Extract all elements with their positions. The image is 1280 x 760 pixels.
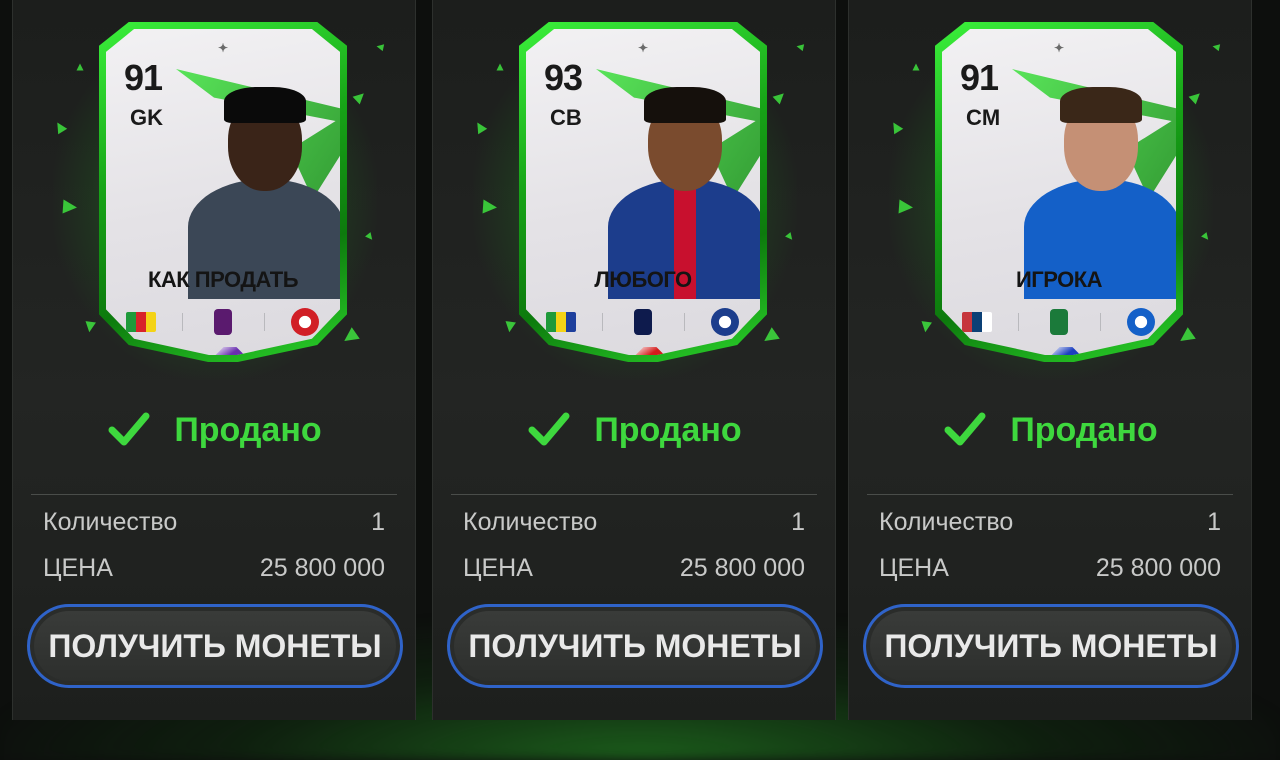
player-position: GK xyxy=(130,105,163,130)
sold-label: Продано xyxy=(1010,410,1158,449)
shard-decoration xyxy=(482,199,498,215)
player-name: ЛЮБОГО xyxy=(594,267,692,292)
card-badges xyxy=(546,307,740,337)
divider xyxy=(451,494,817,495)
shard-decoration xyxy=(496,63,504,71)
checkmark-icon xyxy=(108,412,150,446)
shard-decoration xyxy=(912,63,920,71)
rarity-gem-icon xyxy=(214,347,246,355)
brazil-flag-icon xyxy=(546,312,576,332)
price-row: ЦЕНА 25 800 000 xyxy=(879,553,1221,583)
saudi-pro-league-icon xyxy=(1050,309,1068,335)
sold-item-panel: ✦ 93 CB ЛЮБОГО Продано Количество 1 ЦЕНА… xyxy=(432,0,836,720)
manchester-united-crest-icon xyxy=(291,308,319,336)
card-badges xyxy=(126,307,320,337)
player-hair xyxy=(644,87,726,123)
quantity-row: Количество 1 xyxy=(879,507,1221,537)
card-face: ✦ 91 GK КАК ПРОДАТЬ xyxy=(106,29,340,355)
player-hair xyxy=(1060,87,1142,123)
player-hair xyxy=(224,87,306,123)
quantity-label: Количество xyxy=(879,507,1014,536)
price-value: 25 800 000 xyxy=(679,553,805,582)
quantity-label: Количество xyxy=(463,507,598,536)
player-card: ✦ 91 GK КАК ПРОДАТЬ xyxy=(99,22,347,362)
badge-divider xyxy=(601,313,603,331)
checkmark-icon xyxy=(528,412,570,446)
card-face: ✦ 93 CB ЛЮБОГО xyxy=(526,29,760,355)
get-coins-button[interactable]: ПОЛУЧИТЬ МОНЕТЫ xyxy=(447,604,823,688)
badge-divider xyxy=(683,313,685,331)
quantity-value: 1 xyxy=(371,507,385,536)
rarity-gem-icon xyxy=(634,347,666,355)
badge-divider xyxy=(181,313,183,331)
get-coins-button[interactable]: ПОЛУЧИТЬ МОНЕТЫ xyxy=(863,604,1239,688)
player-name: КАК ПРОДАТЬ xyxy=(147,267,299,292)
card-face: ✦ 91 CM ИГРОКА xyxy=(942,29,1176,355)
card-badges xyxy=(962,307,1156,337)
premier-league-icon xyxy=(214,309,232,335)
serbia-flag-icon xyxy=(962,312,992,332)
psg-crest-icon xyxy=(711,308,739,336)
price-row: ЦЕНА 25 800 000 xyxy=(463,553,805,583)
quantity-row: Количество 1 xyxy=(463,507,805,537)
shard-decoration xyxy=(920,321,932,333)
price-label: ЦЕНА xyxy=(43,553,113,582)
game-logo-icon: ✦ xyxy=(1054,41,1065,55)
rarity-gem-icon xyxy=(1050,347,1082,355)
player-position: CM xyxy=(966,105,1001,130)
badge-divider xyxy=(263,313,265,331)
player-card: ✦ 91 CM ИГРОКА xyxy=(935,22,1183,362)
al-hilal-crest-icon xyxy=(1127,308,1155,336)
shard-decoration xyxy=(1211,42,1221,52)
sold-item-panel: ✦ 91 CM ИГРОКА Продано Количество 1 ЦЕНА… xyxy=(848,0,1252,720)
player-portrait xyxy=(1020,79,1176,299)
player-rating: 91 xyxy=(960,57,999,98)
divider xyxy=(31,494,397,495)
divider xyxy=(867,494,1233,495)
quantity-row: Количество 1 xyxy=(43,507,385,537)
sold-item-panel: ✦ 91 GK КАК ПРОДАТЬ Продано Количество 1… xyxy=(12,0,416,720)
ligue-1-icon xyxy=(634,309,652,335)
cameroon-flag-icon xyxy=(126,312,156,332)
price-row: ЦЕНА 25 800 000 xyxy=(43,553,385,583)
shard-decoration xyxy=(76,63,84,71)
shard-decoration xyxy=(898,199,914,215)
quantity-value: 1 xyxy=(1207,507,1221,536)
game-logo-icon: ✦ xyxy=(218,41,229,55)
game-logo-icon: ✦ xyxy=(638,41,649,55)
player-name: ИГРОКА xyxy=(1015,267,1103,292)
badge-divider xyxy=(1017,313,1019,331)
shard-decoration xyxy=(375,42,385,52)
price-value: 25 800 000 xyxy=(259,553,385,582)
get-coins-button[interactable]: ПОЛУЧИТЬ МОНЕТЫ xyxy=(27,604,403,688)
player-card: ✦ 93 CB ЛЮБОГО xyxy=(519,22,767,362)
player-portrait xyxy=(184,79,340,299)
player-rating: 91 xyxy=(124,57,163,98)
checkmark-icon xyxy=(944,412,986,446)
price-label: ЦЕНА xyxy=(463,553,533,582)
sold-label: Продано xyxy=(174,410,322,449)
quantity-value: 1 xyxy=(791,507,805,536)
sold-status: Продано xyxy=(13,408,415,452)
price-value: 25 800 000 xyxy=(1095,553,1221,582)
sold-label: Продано xyxy=(594,410,742,449)
player-portrait xyxy=(604,79,760,299)
sold-status: Продано xyxy=(433,408,835,452)
shard-decoration xyxy=(62,199,78,215)
player-position: CB xyxy=(550,105,582,130)
sold-status: Продано xyxy=(849,408,1251,452)
player-rating: 93 xyxy=(544,57,583,98)
badge-divider xyxy=(1099,313,1101,331)
shard-decoration xyxy=(84,321,96,333)
shard-decoration xyxy=(504,321,516,333)
shard-decoration xyxy=(795,42,805,52)
quantity-label: Количество xyxy=(43,507,178,536)
price-label: ЦЕНА xyxy=(879,553,949,582)
